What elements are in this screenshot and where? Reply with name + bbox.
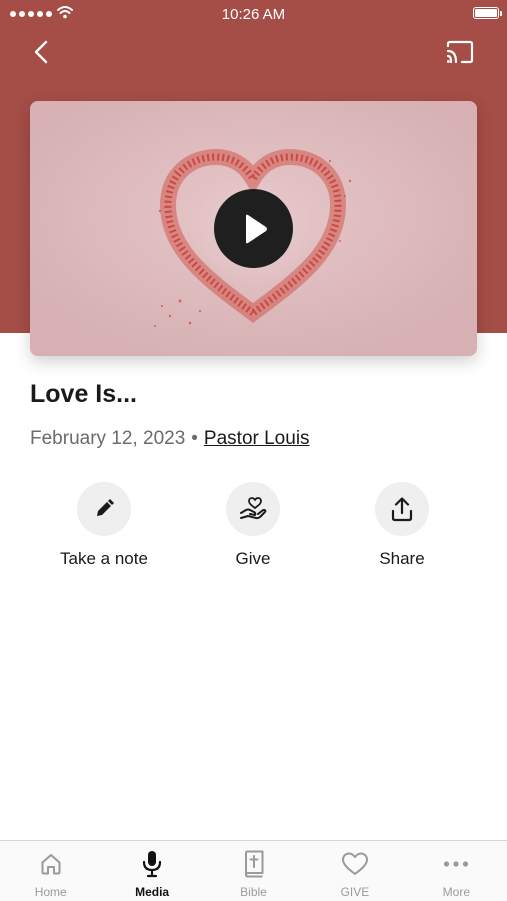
tab-give-label: GIVE — [340, 885, 370, 899]
give-button[interactable]: Give — [178, 482, 328, 569]
heart-icon — [341, 852, 368, 875]
meta-separator: • — [191, 428, 198, 449]
tab-home[interactable]: Home — [0, 841, 101, 901]
status-time: 10:26 AM — [221, 6, 286, 23]
share-icon-circle — [375, 482, 429, 536]
tab-bible[interactable]: Bible — [203, 841, 304, 901]
more-icon — [444, 861, 469, 867]
tab-more[interactable]: More — [406, 841, 507, 901]
give-label: Give — [235, 549, 271, 568]
status-bar: 10:26 AM — [0, 0, 507, 28]
cast-button[interactable] — [444, 38, 476, 66]
media-meta: February 12, 2023 • Pastor Louis — [30, 428, 310, 450]
author-link[interactable]: Pastor Louis — [204, 428, 310, 449]
tab-bible-label: Bible — [240, 885, 267, 899]
share-label: Share — [379, 549, 425, 568]
pencil-icon — [97, 499, 114, 516]
take-note-icon-circle — [77, 482, 131, 536]
tab-give[interactable]: GIVE — [304, 841, 405, 901]
media-date: February 12, 2023 — [30, 428, 186, 449]
bible-icon — [244, 850, 264, 878]
back-button[interactable] — [28, 38, 54, 66]
tab-home-label: Home — [34, 885, 67, 899]
tab-more-label: More — [442, 885, 470, 899]
give-icon-circle — [226, 482, 280, 536]
battery-icon — [473, 7, 502, 19]
share-icon — [391, 497, 413, 522]
home-icon — [41, 854, 61, 875]
play-button[interactable] — [214, 189, 293, 268]
play-icon — [245, 214, 267, 243]
take-note-label: Take a note — [60, 549, 148, 568]
cast-icon — [446, 40, 474, 64]
share-button[interactable]: Share — [327, 482, 477, 569]
take-note-button[interactable]: Take a note — [29, 482, 179, 569]
tab-media[interactable]: Media — [101, 841, 202, 901]
chevron-left-icon — [34, 40, 48, 64]
heart-hand-icon — [240, 497, 267, 520]
media-title: Love Is... — [30, 380, 137, 408]
bottom-tab-bar: Home Media Bible GIVE More — [0, 840, 507, 901]
microphone-icon — [143, 851, 162, 878]
tab-media-label: Media — [135, 885, 170, 899]
